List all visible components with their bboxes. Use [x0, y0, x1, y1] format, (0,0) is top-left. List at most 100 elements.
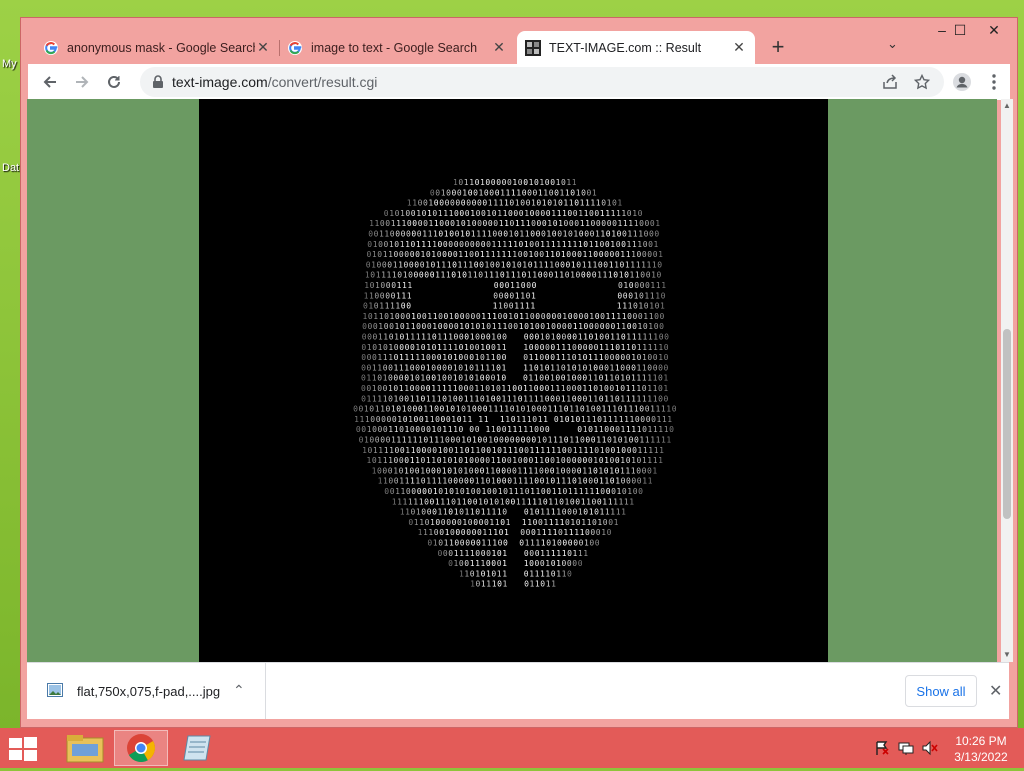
tab-anonymous-mask[interactable]: anonymous mask - Google Search ✕	[35, 31, 279, 64]
binary-digit: 0	[615, 250, 620, 259]
binary-digit: 0	[535, 209, 540, 218]
binary-digit: 1	[433, 230, 438, 239]
tab-search-icon[interactable]: ⌄	[887, 36, 898, 52]
tab-close-icon[interactable]: ✕	[731, 39, 747, 56]
binary-digit: 1	[621, 209, 626, 218]
binary-digit: 0	[406, 487, 411, 496]
tab-close-icon[interactable]: ✕	[491, 39, 507, 56]
binary-digit: 0	[524, 333, 529, 342]
binary-digit: 1	[629, 405, 634, 414]
binary-digit: 1	[383, 477, 388, 486]
binary-digit: 0	[537, 219, 542, 228]
binary-digit: 1	[372, 250, 377, 259]
binary-digit: 0	[572, 250, 577, 259]
binary-digit: 1	[491, 456, 496, 465]
tab-title: image to text - Google Search	[311, 40, 478, 55]
binary-digit: 0	[431, 466, 436, 475]
binary-digit: 0	[538, 518, 543, 527]
binary-digit: 0	[469, 477, 474, 486]
binary-digit: 1	[402, 405, 407, 414]
binary-digit: 1	[513, 477, 518, 486]
download-item[interactable]: flat,750x,075,f-pad,....jpg ⌃	[27, 663, 266, 719]
maximize-icon[interactable]: ☐	[945, 22, 975, 39]
page-scrollbar[interactable]: ▲ ▼	[1001, 99, 1013, 662]
binary-digit: 1	[454, 446, 459, 455]
binary-digit: 1	[621, 425, 626, 434]
binary-digit: 1	[470, 322, 475, 331]
tab-close-icon[interactable]: ✕	[255, 39, 271, 56]
tab-image-to-text[interactable]: image to text - Google Search ✕	[279, 31, 515, 64]
binary-digit: 1	[545, 559, 550, 568]
binary-digit: 0	[459, 333, 464, 342]
desktop-icon-label[interactable]: Dat	[2, 162, 19, 174]
binary-digit: 0	[458, 178, 463, 187]
chrome-icon[interactable]	[114, 730, 168, 766]
binary-digit: 1	[563, 528, 568, 537]
back-arrow-icon[interactable]	[38, 70, 62, 94]
volume-muted-icon[interactable]	[922, 740, 938, 759]
binary-digit: 1	[364, 291, 369, 300]
binary-digit: 1	[420, 466, 425, 475]
binary-digit: 1	[488, 528, 493, 537]
scroll-thumb[interactable]	[1003, 329, 1011, 519]
binary-digit: 0	[432, 446, 437, 455]
desktop-icon-label[interactable]: My	[2, 58, 17, 70]
binary-digit: 0	[572, 559, 577, 568]
binary-digit: 0	[594, 508, 599, 517]
binary-digit: 0	[539, 374, 544, 383]
reload-icon[interactable]	[102, 70, 126, 94]
show-all-button[interactable]: Show all	[905, 675, 977, 707]
action-center-flag-icon[interactable]	[874, 740, 890, 759]
new-tab-button[interactable]: +	[767, 34, 789, 60]
binary-digit: 0	[658, 374, 663, 383]
binary-digit: 0	[518, 250, 523, 259]
bookmark-star-icon[interactable]	[910, 70, 934, 94]
binary-digit: 1	[453, 343, 458, 352]
close-download-bar-icon[interactable]: ✕	[989, 681, 1002, 701]
binary-digit: 1	[567, 477, 572, 486]
forward-arrow-icon[interactable]	[70, 70, 94, 94]
network-icon[interactable]	[898, 740, 914, 759]
binary-digit: 1	[538, 415, 543, 424]
binary-digit: 0	[359, 436, 364, 445]
binary-digit: 0	[372, 425, 377, 434]
windows-start-icon[interactable]	[8, 736, 38, 762]
binary-digit: 1	[548, 436, 553, 445]
chevron-up-icon[interactable]: ⌃	[233, 682, 245, 699]
binary-digit: 1	[566, 353, 571, 362]
binary-digit: 0	[546, 487, 551, 496]
binary-digit: 1	[556, 559, 561, 568]
binary-digit: 1	[503, 446, 508, 455]
binary-digit: 1	[373, 446, 378, 455]
binary-digit: 0	[361, 374, 366, 383]
binary-digit: 0	[395, 230, 400, 239]
address-bar[interactable]: text-image.com/convert/result.cgi	[140, 67, 944, 97]
binary-digit: 0	[606, 487, 611, 496]
binary-digit: 1	[418, 528, 423, 537]
binary-digit: 0	[483, 405, 488, 414]
binary-digit: 0	[618, 405, 623, 414]
notepad-app-icon[interactable]	[172, 730, 226, 766]
binary-digit: 1	[612, 436, 617, 445]
menu-kebab-icon[interactable]	[982, 70, 1006, 94]
binary-digit: 1	[492, 322, 497, 331]
close-window-icon[interactable]: ✕	[979, 22, 1009, 39]
binary-digit: 0	[448, 477, 453, 486]
lock-icon[interactable]	[152, 75, 164, 89]
binary-digit: 0	[449, 446, 454, 455]
share-icon[interactable]	[878, 70, 902, 94]
binary-digit: 1	[475, 559, 480, 568]
binary-digit: 1	[433, 312, 438, 321]
binary-digit: 1	[642, 456, 647, 465]
tab-text-image-result[interactable]: TEXT-IMAGE.com :: Result ✕	[517, 31, 755, 64]
binary-digit: 1	[516, 271, 521, 280]
binary-digit: 1	[399, 384, 404, 393]
binary-digit: 1	[653, 425, 658, 434]
file-explorer-icon[interactable]	[58, 730, 112, 766]
binary-digit: 1	[532, 497, 537, 506]
profile-avatar-icon[interactable]	[950, 70, 974, 94]
binary-digit: 0	[522, 188, 527, 197]
system-clock[interactable]: 10:26 PM 3/13/2022	[946, 733, 1016, 765]
scroll-down-arrow-icon[interactable]: ▼	[1001, 648, 1013, 662]
scroll-up-arrow-icon[interactable]: ▲	[1001, 99, 1013, 113]
